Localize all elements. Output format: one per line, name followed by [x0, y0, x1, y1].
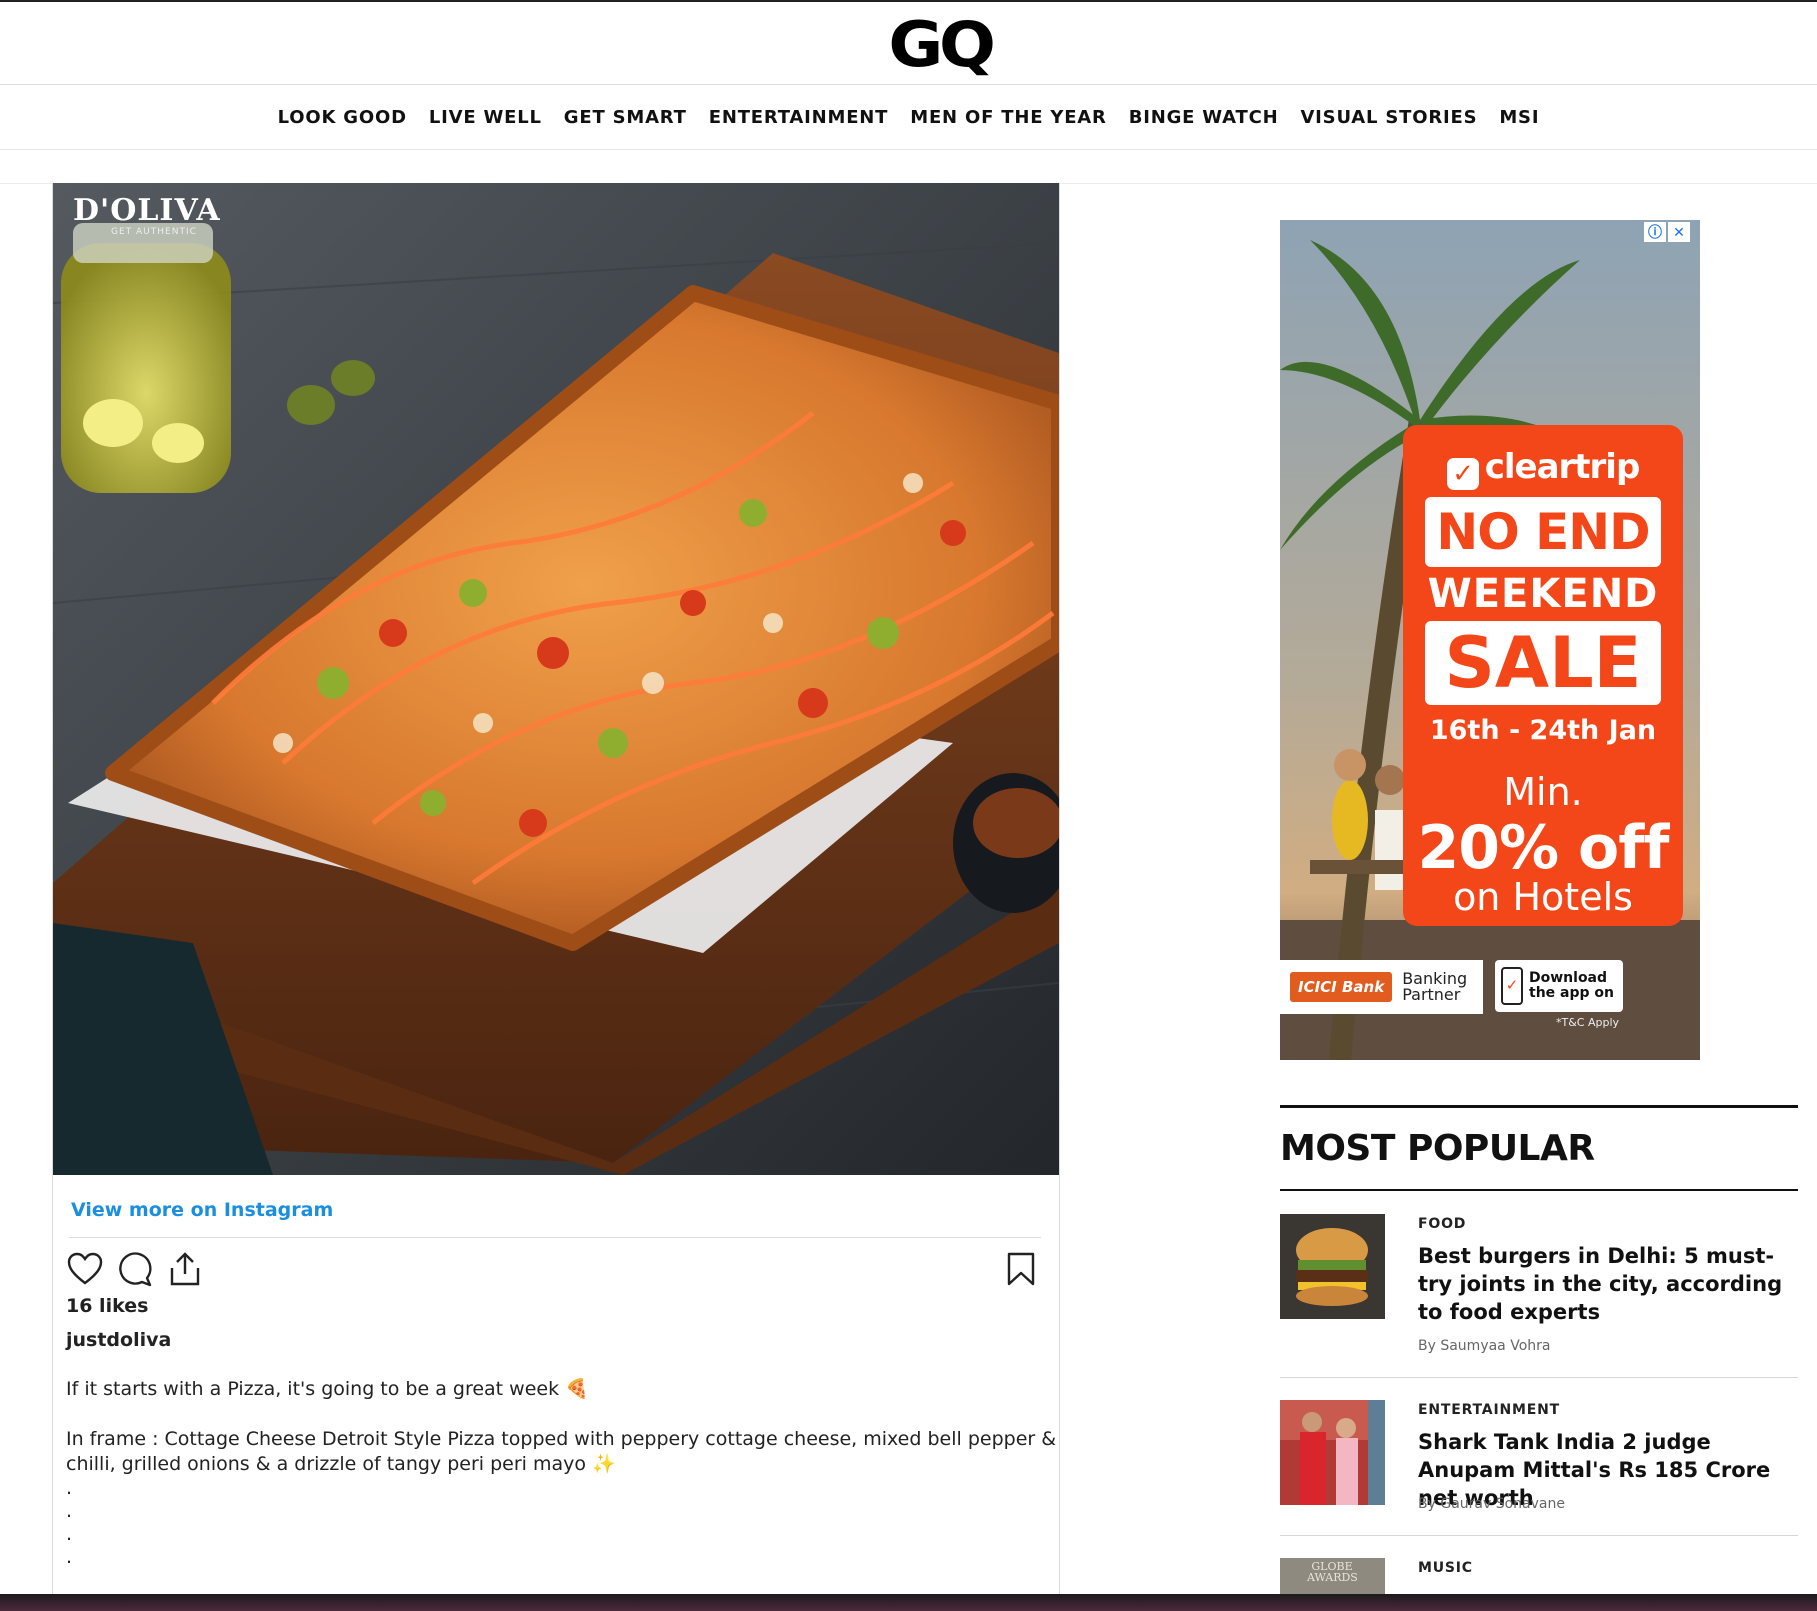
ad-terms: *T&C Apply	[1556, 1016, 1620, 1029]
nav-item-live-well[interactable]: LIVE WELL	[418, 107, 553, 128]
popular-item-category: MUSIC	[1418, 1560, 1473, 1576]
ad-download-badge[interactable]: ✓ Download the app on	[1495, 960, 1623, 1012]
popular-item-author: By Gaurav Sonavane	[1418, 1496, 1565, 1512]
popular-item-category: FOOD	[1418, 1216, 1467, 1232]
ad-bank-partner: ICICI Bank Banking Partner	[1280, 960, 1483, 1014]
doliva-watermark: D'OLIVA GET AUTHENTIC	[73, 193, 221, 238]
pizza-illustration	[53, 183, 1059, 1175]
burger-thumbnail	[1280, 1214, 1385, 1319]
nav-item-look-good[interactable]: LOOK GOOD	[267, 107, 418, 128]
instagram-photo-pizza[interactable]: D'OLIVA GET AUTHENTIC	[53, 183, 1059, 1175]
share-icon[interactable]	[163, 1247, 207, 1291]
download-label: Download the app on	[1529, 970, 1614, 1001]
ad-brand: ✓ cleartrip	[1403, 447, 1683, 490]
ad-line-2: WEEKEND	[1427, 571, 1659, 617]
instagram-embed: D'OLIVA GET AUTHENTIC View more on Insta…	[52, 183, 1060, 1611]
logo-text: GQ	[888, 8, 996, 81]
gq-logo[interactable]: GQ	[880, 12, 1000, 78]
ad-offer-card: ✓ cleartrip NO END WEEKEND SALE 16th - 24…	[1403, 425, 1683, 926]
ad-on-hotels: on Hotels	[1453, 875, 1633, 919]
instagram-actions	[63, 1247, 1048, 1293]
ad-min: Min.	[1503, 770, 1583, 814]
icici-bank-logo: ICICI Bank	[1290, 972, 1393, 1002]
masthead: GQ	[0, 2, 1817, 85]
shark-tank-thumbnail	[1280, 1400, 1385, 1505]
main-nav: LOOK GOOD LIVE WELL GET SMART ENTERTAINM…	[0, 86, 1817, 150]
instagram-caption: If it starts with a Pizza, it's going to…	[66, 1377, 1066, 1569]
popular-item-author: By Saumyaa Vohra	[1418, 1338, 1551, 1354]
ad-controls: ⓘ ✕	[1644, 222, 1690, 242]
caption-dots: . . . .	[66, 1477, 73, 1568]
banking-partner-label: Banking Partner	[1402, 969, 1468, 1004]
nav-item-men-of-the-year[interactable]: MEN OF THE YEAR	[899, 107, 1117, 128]
most-popular-top-rule	[1280, 1105, 1798, 1108]
watermark-brand: D'OLIVA	[73, 193, 221, 228]
nav-item-visual-stories[interactable]: VISUAL STORIES	[1289, 107, 1488, 128]
instagram-divider	[69, 1237, 1041, 1238]
cleartrip-check-icon: ✓	[1446, 458, 1479, 490]
most-popular-heading: MOST POPULAR	[1280, 1128, 1595, 1169]
cleartrip-advertisement[interactable]: ⓘ ✕ ✓ cleartrip NO END WEEKEND SALE 16th …	[1280, 220, 1700, 1060]
globe-awards-thumbnail: GLOBE AWARDS	[1280, 1558, 1385, 1594]
bottom-bar	[0, 1594, 1817, 1611]
bookmark-icon[interactable]	[999, 1247, 1043, 1291]
most-popular-bottom-rule	[1280, 1189, 1798, 1191]
popular-item-burgers[interactable]: FOOD Best burgers in Delhi: 5 must-try j…	[1280, 1214, 1798, 1359]
phone-icon: ✓	[1501, 967, 1523, 1005]
view-more-on-instagram-link[interactable]: View more on Instagram	[71, 1199, 333, 1221]
caption-line-1: If it starts with a Pizza, it's going to…	[66, 1378, 589, 1400]
nav-item-get-smart[interactable]: GET SMART	[553, 107, 698, 128]
nav-item-msi[interactable]: MSI	[1488, 107, 1550, 128]
ad-percent: 20% off	[1417, 813, 1670, 883]
ad-line-1: NO END	[1425, 497, 1661, 567]
heart-icon[interactable]	[63, 1247, 107, 1291]
watermark-tagline: GET AUTHENTIC	[111, 227, 197, 237]
popular-item-music[interactable]: GLOBE AWARDS MUSIC	[1280, 1558, 1798, 1594]
nav-item-entertainment[interactable]: ENTERTAINMENT	[698, 107, 900, 128]
caption-line-2: In frame : Cottage Cheese Detroit Style …	[66, 1428, 1057, 1475]
ad-dates: 16th - 24th Jan	[1429, 715, 1657, 746]
ad-close-icon[interactable]: ✕	[1668, 222, 1690, 242]
popular-item-shark-tank[interactable]: ENTERTAINMENT Shark Tank India 2 judge A…	[1280, 1400, 1798, 1520]
popular-separator	[1280, 1535, 1798, 1536]
instagram-username[interactable]: justdoliva	[66, 1329, 171, 1351]
nav-item-binge-watch[interactable]: BINGE WATCH	[1118, 107, 1290, 128]
ad-info-icon[interactable]: ⓘ	[1644, 222, 1666, 242]
ad-line-3: SALE	[1425, 621, 1661, 705]
likes-count: 16 likes	[66, 1295, 149, 1317]
ad-brand-name: cleartrip	[1484, 447, 1641, 487]
globe-awards-text: GLOBE AWARDS	[1307, 1560, 1358, 1584]
comment-icon[interactable]	[113, 1247, 157, 1291]
popular-separator	[1280, 1377, 1798, 1378]
popular-item-category: ENTERTAINMENT	[1418, 1402, 1560, 1418]
popular-item-title[interactable]: Best burgers in Delhi: 5 must-try joints…	[1418, 1242, 1798, 1326]
